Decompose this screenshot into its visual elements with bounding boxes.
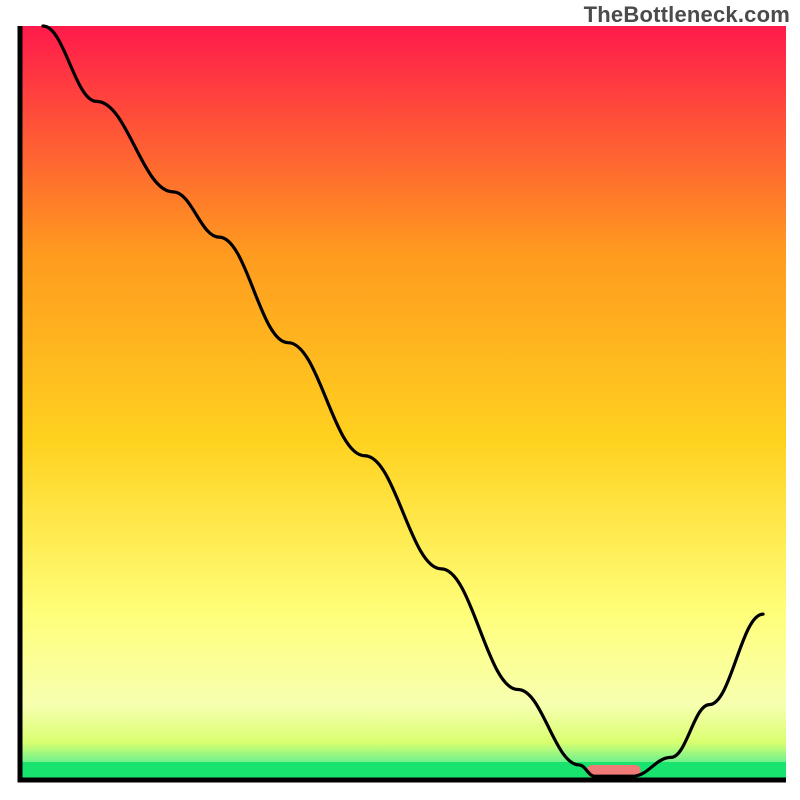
chart-svg	[0, 0, 800, 800]
plot-area	[20, 26, 786, 780]
green-band	[20, 762, 786, 780]
heat-background	[20, 26, 786, 780]
chart-container: TheBottleneck.com	[0, 0, 800, 800]
watermark-text: TheBottleneck.com	[584, 2, 790, 28]
